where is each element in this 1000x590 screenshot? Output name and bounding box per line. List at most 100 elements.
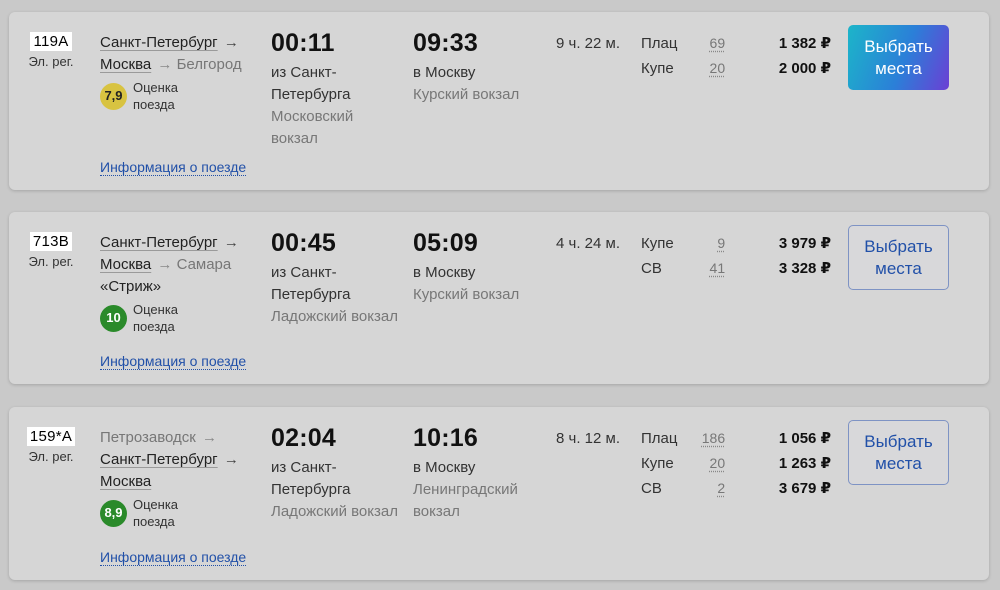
arrow-right-icon: → [157,56,173,73]
departure-city: Петербурга [271,286,351,303]
arrival: 09:33 в Москву Курский вокзал [413,29,553,106]
class-price: 3 328 ₽ [778,260,832,277]
arrival-city: в Москву [413,459,476,476]
rating-score: 7,9 [100,82,127,110]
car-class-name: Плац [641,35,678,52]
car-class-name: Плац [641,430,678,447]
car-class-name: Купе [641,455,674,472]
rating-label: Оценка [133,497,179,512]
departure-station: вокзал [271,130,318,147]
class-price: 1 056 ₽ [778,430,832,447]
rating-label: Оценка [133,80,179,95]
car-class-row[interactable]: СВ 2 3 679 ₽ [641,479,831,504]
arrival-station: вокзал [413,503,460,520]
car-classes: Плац 186 1 056 ₽ Купе 20 1 263 ₽ СВ 2 3 … [641,429,831,504]
button-label: Выбрать [864,36,933,56]
train-info-link[interactable]: Информация о поезде [100,159,247,176]
trip-duration: 9 ч. 22 м. [556,35,620,52]
departure-time: 00:11 [271,29,335,57]
route-station[interactable]: Москва [100,256,151,273]
train-number[interactable]: 119А [30,32,72,51]
arrival-station: Курский вокзал [413,286,520,303]
button-label: места [875,258,922,278]
route-station[interactable]: Санкт-Петербург [100,234,218,251]
class-price: 3 979 ₽ [778,235,832,252]
arrival-city: в Москву [413,64,476,81]
route: Санкт-Петербург → Москва → Самара «Стриж… [100,232,260,335]
train-type: Эл. рег. [28,254,74,269]
car-classes: Плац 69 1 382 ₽ Купе 20 2 000 ₽ [641,34,831,84]
car-class-row[interactable]: Купе 20 2 000 ₽ [641,59,831,84]
route-station[interactable]: Москва [100,473,151,490]
trip-duration: 4 ч. 24 м. [556,235,620,252]
route-station[interactable]: Москва [100,56,151,73]
choose-seats-button[interactable]: Выбрать места [848,420,949,485]
arrival-station: Курский вокзал [413,86,520,103]
trip-duration: 8 ч. 12 м. [556,430,620,447]
car-class-name: Купе [641,235,674,252]
route: Санкт-Петербург → Москва → Белгород 7,9 … [100,32,260,113]
rating-label: поезда [133,97,175,112]
car-class-row[interactable]: СВ 41 3 328 ₽ [641,259,831,284]
car-class-row[interactable]: Плац 69 1 382 ₽ [641,34,831,59]
train-list: 119А Эл. рег. Санкт-Петербург → Москва →… [0,0,1000,590]
departure-time: 02:04 [271,424,336,452]
choose-seats-button[interactable]: Выбрать места [848,225,949,290]
button-label: Выбрать [864,236,933,256]
departure-station: Ладожский вокзал [271,308,398,325]
rating-label: поезда [133,319,175,334]
seats-count[interactable]: 2 [690,480,725,496]
seats-count[interactable]: 20 [690,60,726,76]
train-type: Эл. рег. [28,449,74,464]
rating-label: поезда [133,514,175,529]
route-station-origin: Петрозаводск [100,429,196,446]
car-class-row[interactable]: Купе 20 1 263 ₽ [641,454,831,479]
button-label: Выбрать [864,431,933,451]
seats-count[interactable]: 186 [690,430,725,446]
class-price: 2 000 ₽ [778,60,832,77]
route-station[interactable]: Санкт-Петербург [100,451,218,468]
arrow-right-icon: → [223,234,239,251]
car-class-name: СВ [641,260,662,277]
arrival: 05:09 в Москву Курский вокзал [413,229,553,306]
train-number[interactable]: 159*А [26,427,76,446]
car-classes: Купе 9 3 979 ₽ СВ 41 3 328 ₽ [641,234,831,284]
train-number-block: 119А Эл. рег. [23,32,79,69]
train-info-link[interactable]: Информация о поезде [100,353,247,370]
train-rating[interactable]: 10 Оценка поезда [100,301,260,335]
class-price: 1 382 ₽ [778,35,832,52]
car-class-name: СВ [641,480,662,497]
departure-time: 00:45 [271,229,336,257]
seats-count[interactable]: 9 [690,235,725,251]
train-number[interactable]: 713В [29,232,73,251]
seats-count[interactable]: 69 [690,35,726,51]
train-brand: «Стриж» [100,278,162,295]
arrow-right-icon: → [223,451,239,468]
arrow-right-icon: → [223,34,239,51]
train-rating[interactable]: 8,9 Оценка поезда [100,496,260,530]
choose-seats-button[interactable]: Выбрать места [848,25,949,90]
car-class-name: Купе [641,60,674,77]
route-station-terminal: Белгород [176,56,242,73]
arrival-station: Ленинградский [413,481,518,498]
route-station-terminal: Самара [176,256,232,273]
arrival-time: 09:33 [413,29,478,57]
car-class-row[interactable]: Плац 186 1 056 ₽ [641,429,831,454]
seats-count[interactable]: 41 [690,260,726,276]
train-card: 119А Эл. рег. Санкт-Петербург → Москва →… [9,12,989,190]
train-rating[interactable]: 7,9 Оценка поезда [100,79,260,113]
route-station[interactable]: Санкт-Петербург [100,34,218,51]
train-number-block: 713В Эл. рег. [23,232,79,269]
departure: 00:45 из Санкт- Петербурга Ладожский вок… [271,229,411,328]
rating-score: 8,9 [100,499,127,527]
departure-city: из Санкт- [271,64,337,81]
departure: 02:04 из Санкт- Петербурга Ладожский вок… [271,424,411,523]
train-type: Эл. рег. [28,54,74,69]
seats-count[interactable]: 20 [690,455,726,471]
arrival-time: 05:09 [413,229,478,257]
arrow-right-icon: → [157,256,173,273]
arrival-city: в Москву [413,264,476,281]
train-info-link[interactable]: Информация о поезде [100,549,247,566]
car-class-row[interactable]: Купе 9 3 979 ₽ [641,234,831,259]
class-price: 3 679 ₽ [778,480,832,497]
